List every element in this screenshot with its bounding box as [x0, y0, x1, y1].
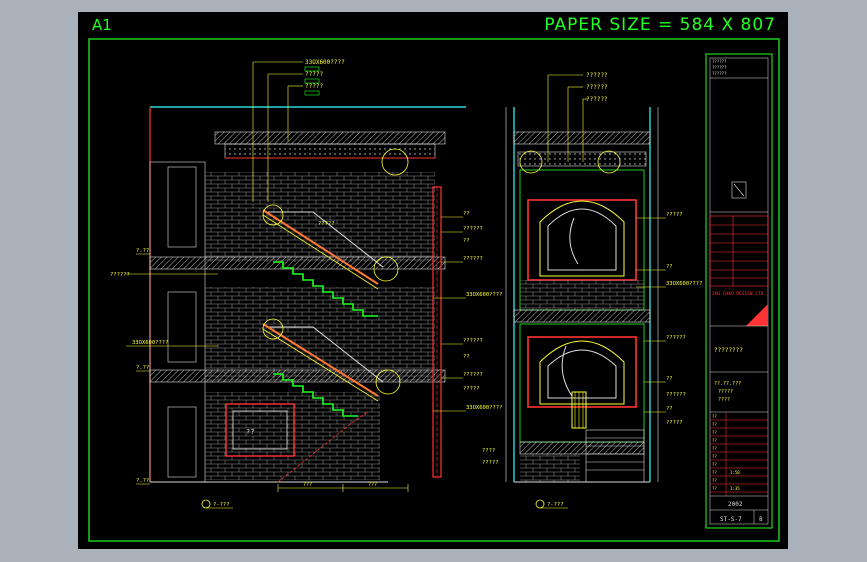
table-row-6: ?? — [712, 454, 717, 459]
level-mark-5: ?.?? — [136, 478, 149, 484]
left-mid-note: ????? — [318, 221, 335, 227]
left-dim-1: ??? — [303, 482, 312, 488]
drawing-year: 2002 — [728, 501, 743, 508]
project-line-2: ????? — [718, 389, 733, 395]
right-note-8: ????? — [666, 420, 683, 426]
right-left-note-2: ????? — [482, 460, 499, 466]
left-elevation: ?? 33OX600???? ????? ????? ?.?? ?????? 3… — [110, 59, 502, 509]
table-row-9: ?? — [712, 478, 717, 483]
level-mark-3: 33OX600???? — [132, 340, 168, 346]
left-callout-3: ????? — [305, 83, 323, 90]
right-callout-1: ?????? — [586, 72, 608, 79]
level-mark-1: ?.?? — [136, 248, 149, 254]
right-note-7: ?? — [666, 406, 673, 412]
left-note-3: ?? — [463, 238, 470, 244]
drawing-sheet: A1 PAPER SIZE = 584 X 807 ?? 33OX600????… — [78, 12, 788, 549]
right-note-5: ?? — [666, 376, 673, 382]
table-row-3: ?? — [712, 430, 717, 435]
company-header-1: ?????? — [712, 59, 727, 64]
panel-note: ?? — [246, 428, 254, 436]
table-row-4: ?? — [712, 438, 717, 443]
table-row-7: ?? — [712, 462, 717, 467]
left-note-1: ?? — [463, 211, 470, 217]
right-note-2: ?? — [666, 264, 673, 270]
drawing-title: ???????? — [714, 347, 743, 354]
left-dim-2: ??? — [368, 482, 377, 488]
left-callout-2: ????? — [305, 71, 323, 78]
sheet-number: ST-S-7 — [720, 516, 742, 523]
scale-value: 1:50 — [730, 470, 740, 475]
left-note-5: 33OX600???? — [466, 292, 502, 298]
company-header-3: ?????? — [712, 71, 727, 76]
table-row-10: ?? — [712, 486, 717, 491]
right-note-3: 33OX600???? — [666, 281, 702, 287]
table-row-2: ?? — [712, 422, 717, 427]
left-note-8: ?????? — [463, 372, 483, 378]
left-note-10: 33OX600???? — [466, 405, 502, 411]
table-row-5: ?? — [712, 446, 717, 451]
title-block: ?????? ?????? ?????? ZHU CHAO DESIGN LTD… — [705, 53, 773, 529]
left-note-6: ?????? — [463, 338, 483, 344]
level-mark-2: ?????? — [110, 272, 130, 278]
left-note-7: ?? — [463, 354, 470, 360]
company-name: ZHU CHAO DESIGN LTD. — [712, 291, 766, 297]
right-section-mark: ?-??? — [547, 502, 564, 508]
left-note-9: ????? — [463, 386, 480, 392]
company-logo-triangle — [746, 304, 768, 326]
project-line-3: ???? — [718, 397, 730, 403]
level-mark-4: ?.?? — [136, 365, 149, 371]
company-header-2: ?????? — [712, 65, 727, 70]
right-callout-2: ?????? — [586, 84, 608, 91]
right-elevation: ?????? ?????? ?????? ????? ?? 33OX600???… — [482, 72, 702, 509]
left-note-2: ?????? — [463, 226, 483, 232]
right-left-note-1: ???? — [482, 448, 495, 454]
project-line-1: ??.??.??? — [714, 381, 741, 387]
left-callout-1: 33OX600???? — [305, 59, 345, 66]
sheet-total: 8 — [759, 516, 763, 523]
right-note-4: ?????? — [666, 335, 686, 341]
right-callout-3: ?????? — [586, 96, 608, 103]
left-note-4: ?????? — [463, 256, 483, 262]
right-note-6: ?????? — [666, 392, 686, 398]
table-row-8: ?? — [712, 470, 717, 475]
right-note-1: ????? — [666, 212, 683, 218]
left-section-mark: ?-??? — [213, 502, 230, 508]
date-value: 1:35 — [730, 486, 740, 491]
cad-drawing: ?? 33OX600???? ????? ????? ?.?? ?????? 3… — [88, 38, 780, 542]
table-row-1: ?? — [712, 414, 717, 419]
